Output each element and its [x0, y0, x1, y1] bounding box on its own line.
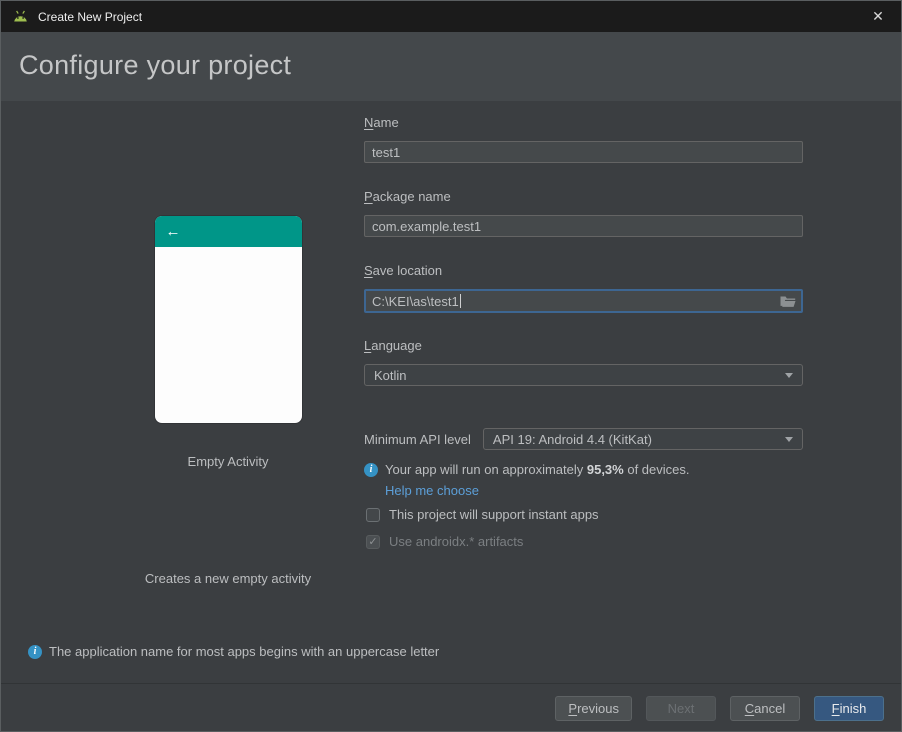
min-api-row: Minimum API level API 19: Android 4.4 (K…	[364, 428, 803, 450]
androidx-row: Use androidx.* artifacts	[366, 533, 803, 551]
folder-icon	[780, 296, 796, 307]
android-logo-icon	[14, 10, 27, 22]
language-select[interactable]: Kotlin	[364, 364, 803, 386]
wizard-header: Configure your project	[1, 32, 901, 101]
info-icon: i	[364, 463, 378, 477]
template-preview-card: ←	[154, 216, 302, 423]
language-label: Language	[364, 338, 422, 353]
close-icon: ✕	[872, 8, 884, 24]
package-name-input[interactable]	[364, 215, 803, 237]
save-location-value: C:\KEI\as\test1	[372, 293, 459, 309]
footer-separator	[1, 683, 901, 684]
save-location-label: Save location	[364, 263, 443, 278]
info-icon: i	[28, 644, 42, 659]
footer-info-text: The application name for most apps begin…	[49, 644, 440, 659]
instant-apps-checkbox[interactable]	[366, 508, 380, 522]
browse-folder-button[interactable]	[780, 295, 796, 308]
save-location-input[interactable]: C:\KEI\as\test1	[364, 289, 803, 313]
device-percentage: 95,3%	[586, 462, 624, 477]
wizard-buttons: Previous Next Cancel Finish	[555, 696, 884, 721]
name-input[interactable]	[364, 141, 803, 163]
previous-button[interactable]: Previous	[555, 696, 632, 721]
instant-apps-label: This project will support instant apps	[389, 507, 599, 522]
titlebar: Create New Project ✕	[1, 1, 901, 32]
min-api-label: Minimum API level	[364, 431, 471, 447]
chevron-down-icon	[785, 372, 793, 378]
page-title: Configure your project	[19, 50, 292, 80]
api-info-text: Your app will run on approximately 95,3%…	[385, 462, 690, 477]
androidx-checkbox	[366, 535, 380, 549]
template-preview-appbar: ←	[154, 216, 302, 247]
api-info-line: i Your app will run on approximately 95,…	[364, 461, 803, 479]
template-preview-pane: ← Empty Activity Creates a new empty act…	[118, 216, 338, 586]
back-arrow-icon: ←	[165, 223, 181, 240]
androidx-label: Use androidx.* artifacts	[389, 534, 524, 549]
cancel-button[interactable]: Cancel	[730, 696, 800, 721]
language-selected-value: Kotlin	[374, 367, 407, 383]
chevron-down-icon	[785, 436, 793, 442]
create-new-project-window: Create New Project ✕ Configure your proj…	[0, 0, 902, 732]
package-name-label: Package name	[364, 189, 451, 204]
next-button[interactable]: Next	[646, 696, 716, 721]
window-title: Create New Project	[38, 9, 143, 24]
finish-button[interactable]: Finish	[814, 696, 884, 721]
footer-info-line: i The application name for most apps beg…	[28, 644, 439, 659]
close-button[interactable]: ✕	[855, 1, 901, 32]
template-name: Empty Activity	[187, 454, 269, 469]
min-api-select[interactable]: API 19: Android 4.4 (KitKat)	[482, 428, 803, 450]
instant-apps-row[interactable]: This project will support instant apps	[366, 506, 803, 524]
text-caret	[459, 294, 461, 308]
project-config-form: Name Package name Save location C:\KEI\a…	[364, 115, 803, 551]
min-api-selected-value: API 19: Android 4.4 (KitKat)	[492, 431, 652, 447]
template-description: Creates a new empty activity	[144, 571, 312, 586]
help-me-choose-link[interactable]: Help me choose	[385, 483, 479, 498]
name-label: Name	[364, 115, 399, 130]
